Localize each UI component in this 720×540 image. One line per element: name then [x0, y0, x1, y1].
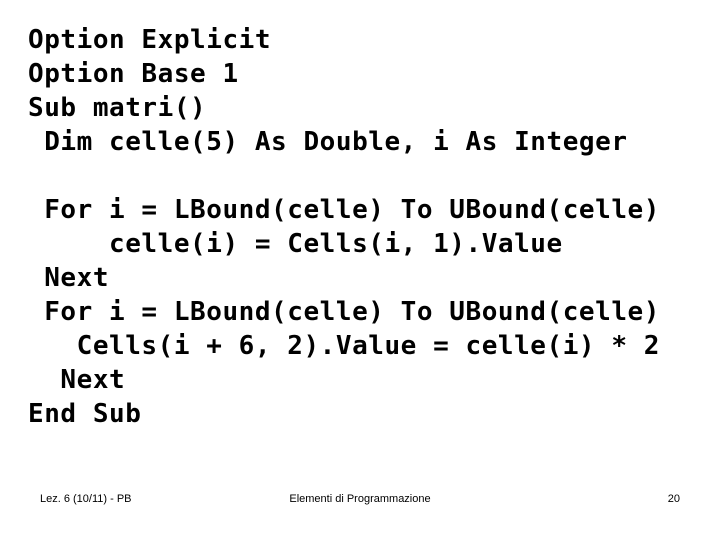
code-line: For i = LBound(celle) To UBound(celle): [28, 297, 660, 327]
code-line: End Sub: [28, 399, 142, 429]
code-line: celle(i) = Cells(i, 1).Value: [28, 229, 563, 259]
code-line: Next: [28, 263, 110, 293]
slide-canvas: Option Explicit Option Base 1 Sub matri(…: [0, 0, 720, 540]
slide-footer: Lez. 6 (10/11) - PB Elementi di Programm…: [0, 492, 720, 514]
code-line: Next: [28, 365, 126, 395]
code-line: Sub matri(): [28, 93, 207, 123]
code-line: Option Explicit: [28, 25, 272, 55]
code-line: For i = LBound(celle) To UBound(celle): [28, 195, 660, 225]
code-line: Option Base 1: [28, 59, 239, 89]
footer-page-number: 20: [667, 493, 680, 505]
code-line: Dim celle(5) As Double, i As Integer: [28, 127, 628, 157]
code-line: Cells(i + 6, 2).Value = celle(i) * 2: [28, 331, 660, 361]
code-block: Option Explicit Option Base 1 Sub matri(…: [28, 23, 720, 431]
